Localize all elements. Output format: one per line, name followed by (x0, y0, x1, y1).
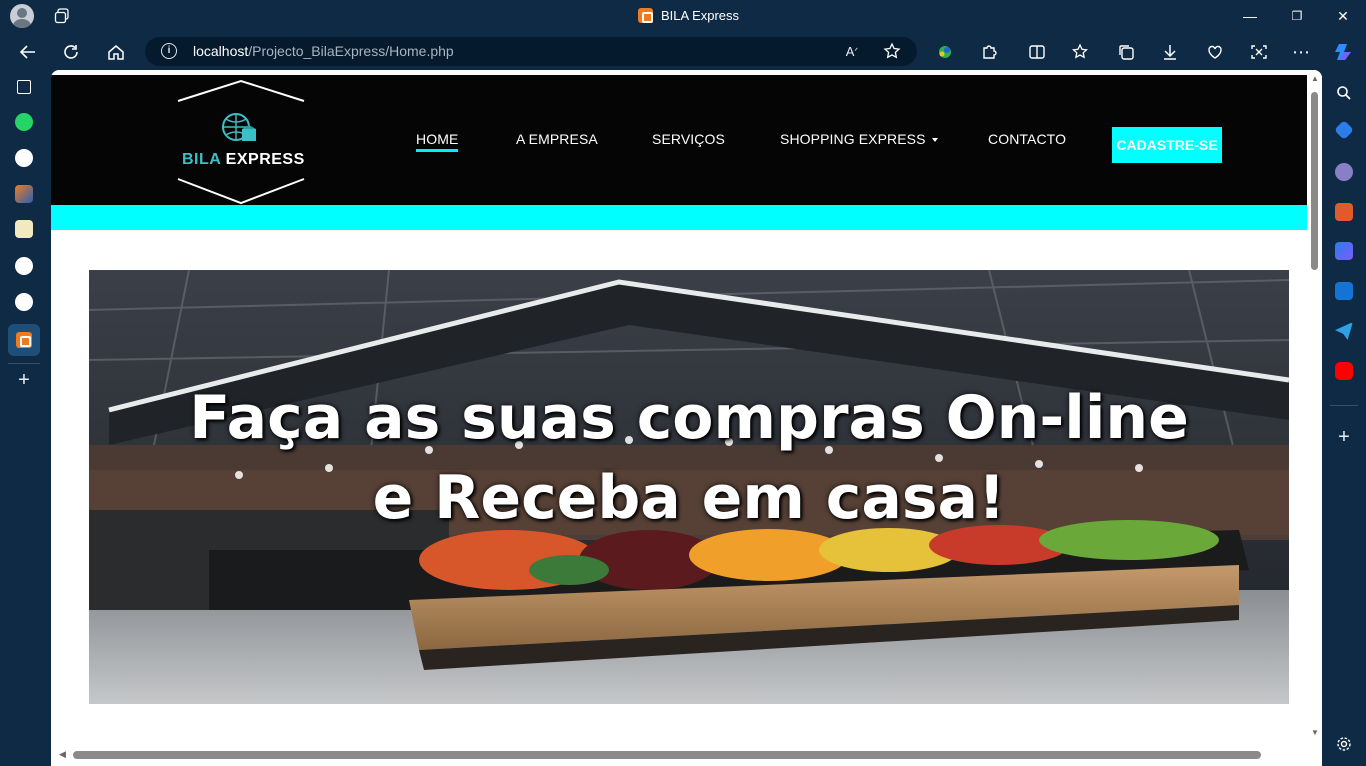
tab-actions-icon[interactable] (17, 80, 31, 94)
hero-line-2: e Receba em casa! (372, 463, 1006, 533)
xampp-favicon-icon (638, 8, 653, 23)
maximize-button[interactable]: ❐ (1287, 6, 1307, 26)
hero-line-1: Faça as suas compras On-line (189, 383, 1189, 453)
url-path: /Projecto_BilaExpress/Home.php (248, 43, 454, 59)
nav-servicos[interactable]: SERVIÇOS (652, 131, 725, 147)
shopping-tag-icon[interactable] (1334, 120, 1354, 140)
more-menu-icon[interactable]: ⋯ (1290, 41, 1312, 63)
bila-express-logo[interactable] (176, 79, 306, 205)
copilot-sidebar-icon[interactable] (1335, 242, 1353, 260)
url-host: localhost (193, 43, 249, 59)
site-header: BILA EXPRESS HOME A EMPRESA SERVIÇOS SHO… (51, 75, 1307, 205)
profile-avatar[interactable] (10, 4, 34, 28)
hero-banner: Faça as suas compras On-line e Receba em… (89, 270, 1289, 704)
back-arrow-icon[interactable] (17, 41, 39, 63)
cadastre-se-button[interactable]: CADASTRE-SE (1112, 127, 1222, 163)
search-icon[interactable] (1333, 82, 1355, 104)
nav-shopping-express-label: SHOPPING EXPRESS (780, 131, 926, 147)
divider (8, 363, 40, 364)
horizontal-scrollbar[interactable]: ◀ (51, 746, 1307, 766)
left-sidebar: + (0, 70, 48, 766)
browser-essentials-icon[interactable] (1204, 41, 1226, 63)
downloads-icon[interactable] (1159, 41, 1181, 63)
favorites-icon[interactable] (1070, 41, 1092, 63)
url-text[interactable]: localhost/Projecto_BilaExpress/Home.php (193, 43, 454, 59)
read-aloud-icon[interactable]: Aᐟ (841, 40, 863, 62)
whatsapp-icon[interactable] (15, 113, 33, 131)
logo-text: BILA EXPRESS (182, 151, 305, 169)
window-title-text: BILA Express (661, 8, 740, 23)
browser-toolbar: i localhost/Projecto_BilaExpress/Home.ph… (0, 33, 1366, 70)
chatgpt-icon[interactable] (15, 149, 33, 167)
browser-title-bar: BILA Express — ❐ ✕ (0, 0, 1366, 33)
active-sidebar-item[interactable] (8, 324, 40, 356)
refresh-icon[interactable] (60, 41, 82, 63)
close-button[interactable]: ✕ (1333, 6, 1353, 26)
nav-contacto[interactable]: CONTACTO (988, 131, 1066, 147)
site-info-icon[interactable]: i (161, 43, 177, 59)
home-icon[interactable] (105, 41, 127, 63)
page-viewport: BILA EXPRESS HOME A EMPRESA SERVIÇOS SHO… (51, 70, 1322, 766)
outlook-icon[interactable] (1335, 282, 1353, 300)
extension-color-icon[interactable] (934, 41, 956, 63)
split-screen-icon[interactable] (1026, 41, 1048, 63)
right-sidebar: + (1322, 70, 1366, 766)
add-icon[interactable]: + (1333, 426, 1355, 448)
app-icon[interactable] (15, 185, 33, 203)
github-icon[interactable] (15, 257, 33, 275)
logo-brand-part1: BILA (182, 151, 221, 168)
window-title: BILA Express (638, 8, 739, 23)
favorite-star-icon[interactable] (881, 40, 903, 62)
logo-brand-part2: EXPRESS (220, 151, 305, 168)
vertical-scrollbar[interactable]: ▲ ▼ (1307, 70, 1322, 766)
app-shortcut-icon[interactable] (15, 220, 33, 238)
games-icon[interactable] (1335, 163, 1353, 181)
screenshot-icon[interactable] (1248, 41, 1270, 63)
workspaces-icon[interactable] (54, 8, 70, 24)
scroll-down-icon[interactable]: ▼ (1311, 728, 1319, 737)
copilot-icon[interactable] (1332, 41, 1354, 63)
scroll-left-icon[interactable]: ◀ (59, 749, 66, 760)
vertical-scroll-thumb[interactable] (1311, 92, 1318, 270)
dropdown-caret-icon (931, 138, 938, 143)
minimize-button[interactable]: — (1240, 6, 1260, 26)
xampp-icon (16, 332, 32, 348)
nav-home[interactable]: HOME (416, 131, 459, 152)
scroll-up-icon[interactable]: ▲ (1311, 74, 1319, 83)
settings-gear-icon[interactable] (1333, 733, 1355, 755)
nav-shopping-express[interactable]: SHOPPING EXPRESS (780, 131, 938, 147)
address-bar[interactable]: i localhost/Projecto_BilaExpress/Home.ph… (145, 37, 917, 66)
youtube-icon[interactable] (1335, 362, 1353, 380)
accent-band (51, 205, 1307, 230)
telegram-icon[interactable] (1335, 322, 1353, 340)
add-icon[interactable]: + (13, 369, 35, 391)
collections-icon[interactable] (1115, 41, 1137, 63)
divider (1330, 405, 1358, 406)
github-icon[interactable] (15, 293, 33, 311)
tools-icon[interactable] (1335, 203, 1353, 221)
nav-empresa[interactable]: A EMPRESA (516, 131, 598, 147)
hero-headline: Faça as suas compras On-line e Receba em… (89, 378, 1289, 538)
horizontal-scroll-thumb[interactable] (73, 751, 1261, 759)
extensions-puzzle-icon[interactable] (978, 41, 1000, 63)
